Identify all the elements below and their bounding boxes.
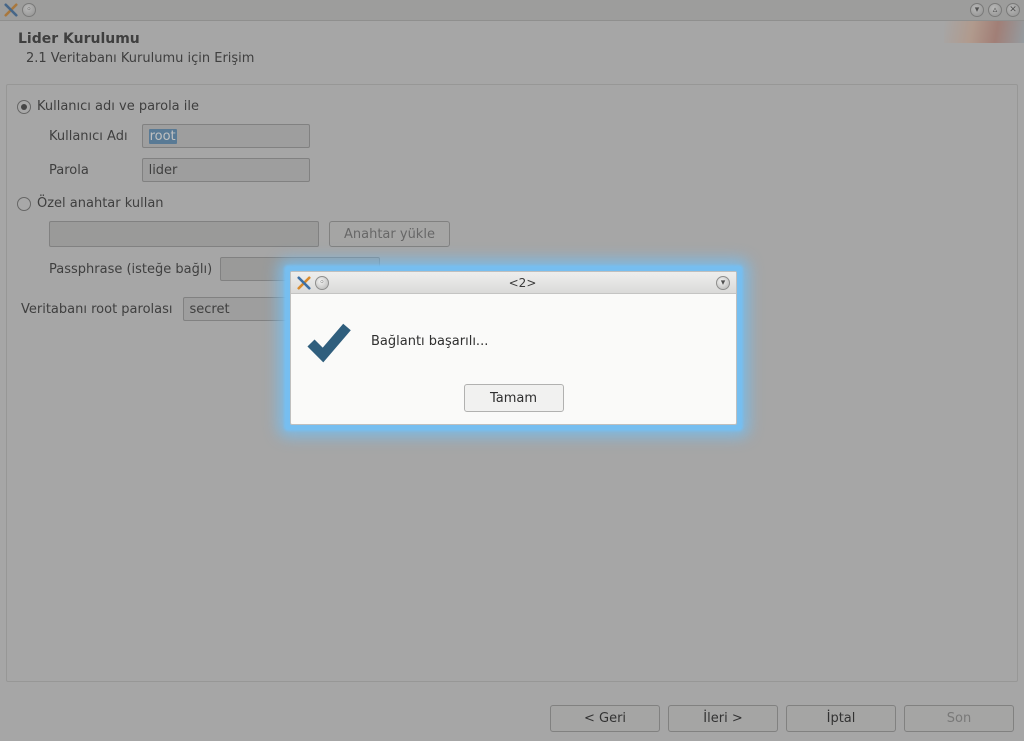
next-button[interactable]: İleri > — [668, 705, 778, 732]
cancel-button[interactable]: İptal — [786, 705, 896, 732]
keyfile-field[interactable] — [49, 221, 319, 247]
radio-username-password[interactable]: Kullanıcı adı ve parola ile — [17, 99, 1007, 114]
success-dialog: ◦ <2> ▾ Bağlantı başarılı... Tamam — [290, 271, 737, 425]
back-button[interactable]: < Geri — [550, 705, 660, 732]
db-root-password-label: Veritabanı root parolası — [21, 302, 173, 317]
dialog-app-icon — [297, 276, 311, 290]
dialog-collapse-icon[interactable]: ▾ — [716, 276, 730, 290]
main-window-titlebar: ◦ ▾ ▵ ✕ — [0, 0, 1024, 21]
password-value: lider — [149, 163, 178, 178]
radio-private-key[interactable]: Özel anahtar kullan — [17, 196, 1007, 211]
db-root-password-value: secret — [190, 302, 230, 317]
username-label: Kullanıcı Adı — [49, 129, 128, 144]
maximize-icon[interactable]: ▵ — [988, 3, 1002, 17]
minimize-icon[interactable]: ▾ — [970, 3, 984, 17]
username-value: root — [149, 129, 177, 144]
dialog-message: Bağlantı başarılı... — [371, 334, 488, 349]
wizard-header: Lider Kurulumu 2.1 Veritabanı Kurulumu i… — [0, 21, 1024, 72]
success-check-icon — [305, 317, 353, 365]
dialog-title: <2> — [335, 276, 710, 290]
radio-label: Özel anahtar kullan — [37, 196, 164, 211]
radio-icon[interactable] — [17, 100, 31, 114]
radio-icon[interactable] — [17, 197, 31, 211]
wizard-title: Lider Kurulumu — [18, 31, 1006, 47]
wizard-banner-stripe — [944, 21, 1024, 43]
load-key-button[interactable]: Anahtar yükle — [329, 221, 450, 247]
wizard-subtitle: 2.1 Veritabanı Kurulumu için Erişim — [18, 51, 1006, 66]
dialog-menu-icon[interactable]: ◦ — [315, 276, 329, 290]
close-icon[interactable]: ✕ — [1006, 3, 1020, 17]
finish-button: Son — [904, 705, 1014, 732]
username-field[interactable]: root — [142, 124, 310, 148]
password-field[interactable]: lider — [142, 158, 310, 182]
ok-button[interactable]: Tamam — [464, 384, 564, 412]
passphrase-label: Passphrase (isteğe bağlı) — [49, 262, 212, 277]
password-label: Parola — [49, 163, 128, 178]
wizard-footer: < Geri İleri > İptal Son — [0, 697, 1024, 741]
titlebar-menu-icon[interactable]: ◦ — [22, 3, 36, 17]
dialog-titlebar: ◦ <2> ▾ — [291, 272, 736, 294]
window-app-icon — [4, 3, 18, 17]
radio-label: Kullanıcı adı ve parola ile — [37, 99, 199, 114]
